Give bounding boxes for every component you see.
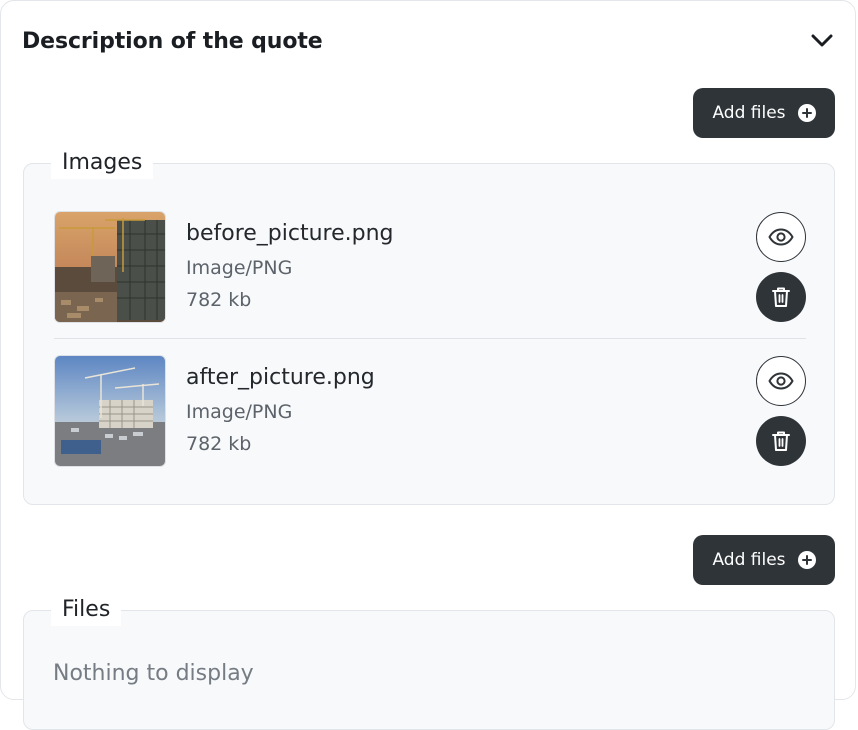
before-picture-thumbnail[interactable] [54, 211, 166, 323]
file-name: after_picture.png [186, 365, 375, 390]
file-type: Image/PNG [186, 401, 293, 423]
files-legend: Files [51, 594, 122, 626]
item-divider [54, 338, 806, 339]
list-item: after_picture.png Image/PNG 782 kb [54, 355, 806, 467]
eye-icon [768, 228, 794, 246]
delete-image-button[interactable] [756, 272, 806, 322]
panel-title: Description of the quote [22, 28, 323, 54]
images-legend: Images [51, 147, 154, 179]
file-name: before_picture.png [186, 221, 394, 246]
panel-header[interactable]: Description of the quote [22, 25, 835, 57]
files-group: Files Nothing to display [23, 594, 835, 730]
add-images-button-label: Add files [712, 103, 786, 123]
view-image-button[interactable] [756, 212, 806, 262]
delete-image-button[interactable] [756, 416, 806, 466]
chevron-down-icon[interactable] [809, 28, 835, 54]
file-type: Image/PNG [186, 257, 293, 279]
after-picture-thumbnail[interactable] [54, 355, 166, 467]
plus-circle-icon [797, 551, 816, 569]
quote-description-panel: Description of the quote Add files Image… [0, 0, 856, 730]
file-size: 782 kb [186, 289, 252, 311]
add-images-button[interactable]: Add files [693, 88, 835, 138]
add-files-button[interactable]: Add files [693, 535, 835, 585]
view-image-button[interactable] [756, 356, 806, 406]
images-group: Images before_picture.png Image/PNG 782 … [23, 147, 835, 505]
add-files-button-label: Add files [712, 550, 786, 570]
trash-icon [772, 431, 790, 451]
list-item: before_picture.png Image/PNG 782 kb [54, 211, 806, 323]
trash-icon [772, 287, 790, 307]
file-size: 782 kb [186, 433, 252, 455]
eye-icon [768, 372, 794, 390]
empty-state-text: Nothing to display [53, 661, 254, 686]
plus-circle-icon [797, 104, 816, 122]
